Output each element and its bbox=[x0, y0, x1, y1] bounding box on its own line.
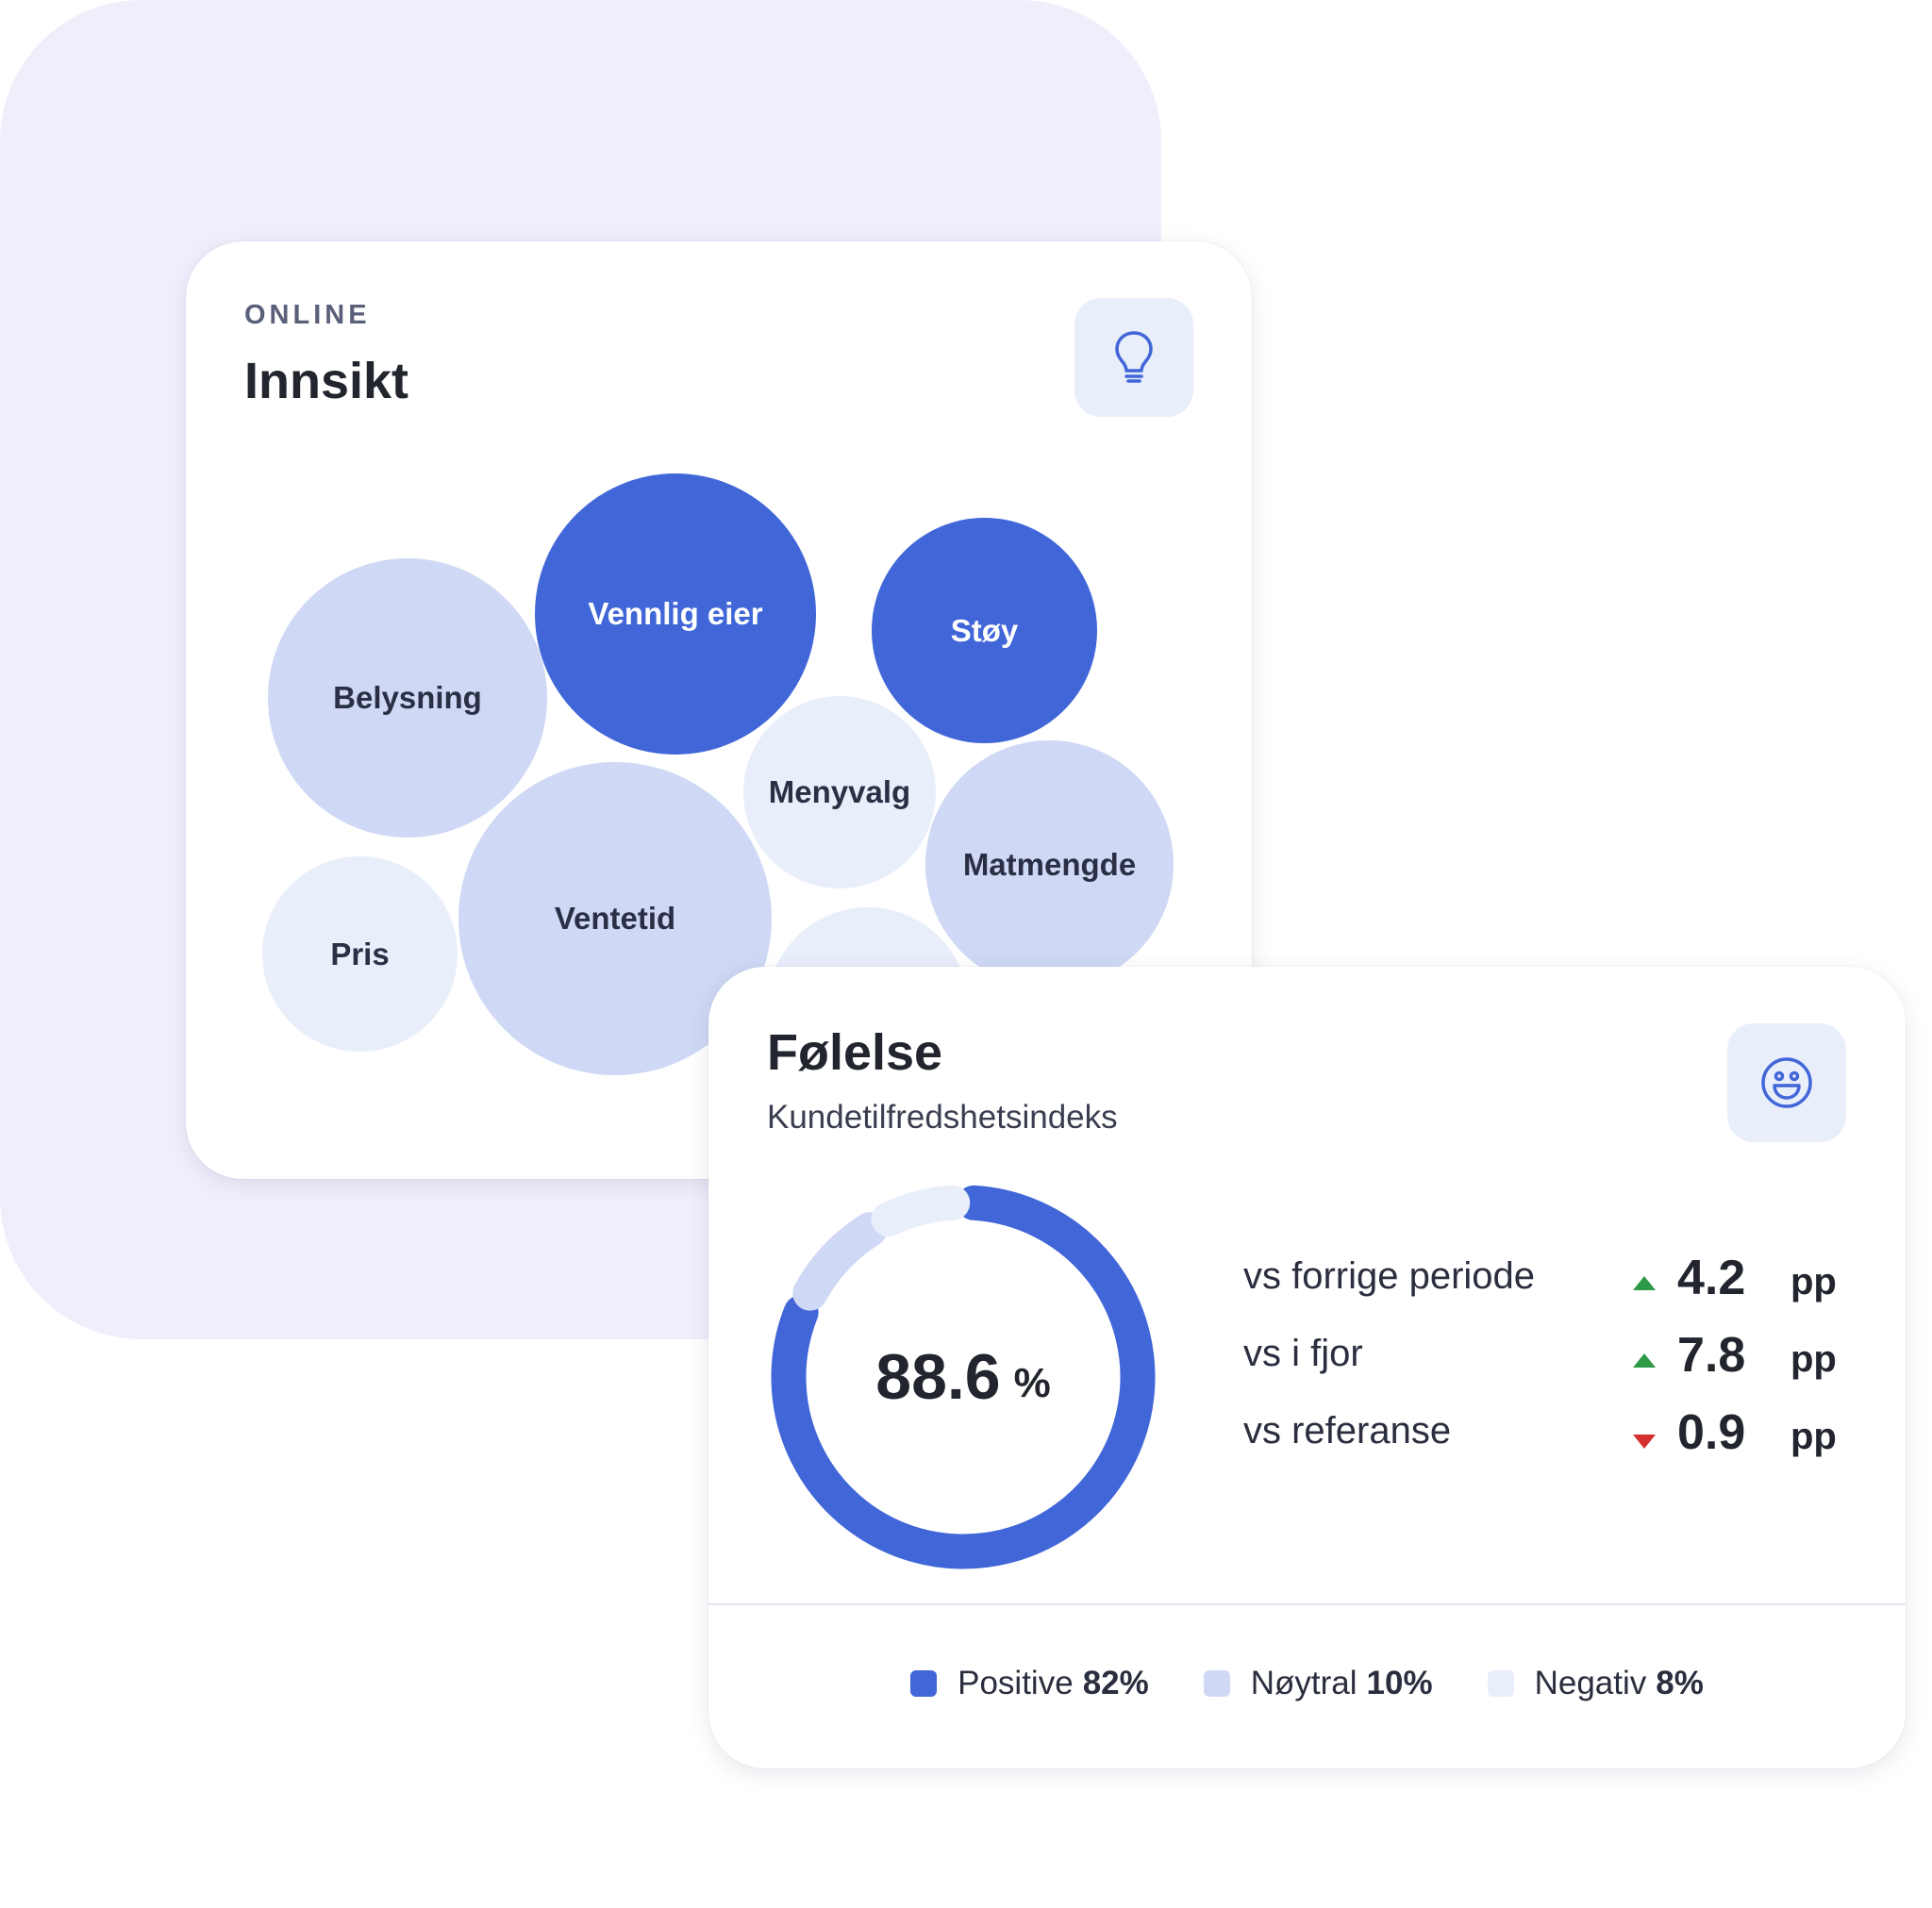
bubble-label: Matmengde bbox=[962, 846, 1137, 882]
donut-center-value: 88.6 % bbox=[765, 1179, 1161, 1575]
score-value: 88.6 bbox=[875, 1341, 1001, 1413]
bubble-menyvalg[interactable]: Menyvalg bbox=[743, 696, 936, 888]
legend-label: Negativ bbox=[1534, 1665, 1647, 1701]
arrow-up-icon bbox=[1633, 1276, 1656, 1290]
bubble-label: Ventetid bbox=[554, 901, 676, 936]
metric-row-last-year: vs i fjor 7.8 pp bbox=[1243, 1327, 1857, 1404]
divider bbox=[708, 1603, 1906, 1605]
feeling-card: Følelse Kundetilfredshetsindeks 88.6 % v… bbox=[708, 967, 1906, 1768]
bubble-label: Pris bbox=[330, 936, 390, 971]
legend-swatch bbox=[1203, 1670, 1230, 1697]
legend-label: Positive bbox=[958, 1665, 1074, 1701]
sentiment-legend: Positive 82% Nøytral 10% Negativ 8% bbox=[708, 1665, 1906, 1702]
bubble-label: Vennlig eier bbox=[588, 596, 763, 631]
smiley-icon bbox=[1761, 1057, 1812, 1108]
metric-row-reference: vs referanse 0.9 pp bbox=[1243, 1404, 1857, 1482]
legend-swatch bbox=[910, 1670, 938, 1697]
bubble-vennlig-eier[interactable]: Vennlig eier bbox=[535, 473, 816, 755]
metric-row-previous-period: vs forrige periode 4.2 pp bbox=[1243, 1250, 1857, 1327]
legend-label: Nøytral bbox=[1250, 1665, 1357, 1701]
legend-item-neutral: Nøytral 10% bbox=[1203, 1665, 1433, 1702]
bubble-belysning[interactable]: Belysning bbox=[268, 558, 547, 838]
score-unit: % bbox=[1013, 1360, 1051, 1406]
bubble-label: Belysning bbox=[333, 680, 482, 715]
metric-value: 0.9 bbox=[1677, 1405, 1746, 1460]
metric-label: vs referanse bbox=[1243, 1410, 1452, 1452]
feeling-icon-button[interactable] bbox=[1727, 1023, 1846, 1142]
satisfaction-donut: 88.6 % bbox=[765, 1179, 1161, 1575]
legend-value: 82% bbox=[1082, 1665, 1149, 1701]
legend-swatch bbox=[1487, 1670, 1514, 1697]
metric-unit: pp bbox=[1790, 1261, 1837, 1302]
bubble-label: Menyvalg bbox=[768, 774, 911, 809]
legend-value: 10% bbox=[1366, 1665, 1433, 1701]
metric-label: vs forrige periode bbox=[1243, 1255, 1536, 1297]
comparison-metrics: vs forrige periode 4.2 pp vs i fjor 7.8 … bbox=[1243, 1250, 1857, 1482]
bubble-stoy[interactable]: Støy bbox=[872, 518, 1097, 743]
metric-value: 7.8 bbox=[1677, 1328, 1746, 1383]
feeling-subtitle: Kundetilfredshetsindeks bbox=[767, 1099, 1118, 1136]
metric-value: 4.2 bbox=[1677, 1251, 1746, 1305]
legend-item-positive: Positive 82% bbox=[910, 1665, 1149, 1702]
legend-item-negative: Negativ 8% bbox=[1487, 1665, 1704, 1702]
bubble-label: Støy bbox=[950, 612, 1019, 648]
metric-label: vs i fjor bbox=[1243, 1333, 1363, 1374]
bubble-pris[interactable]: Pris bbox=[262, 856, 458, 1052]
arrow-up-icon bbox=[1633, 1353, 1656, 1368]
bubble-matmengde[interactable]: Matmengde bbox=[925, 740, 1174, 988]
legend-value: 8% bbox=[1656, 1665, 1704, 1701]
metric-unit: pp bbox=[1790, 1416, 1837, 1457]
feeling-title: Følelse bbox=[767, 1024, 943, 1081]
arrow-down-icon bbox=[1633, 1435, 1656, 1449]
metric-unit: pp bbox=[1790, 1338, 1837, 1380]
